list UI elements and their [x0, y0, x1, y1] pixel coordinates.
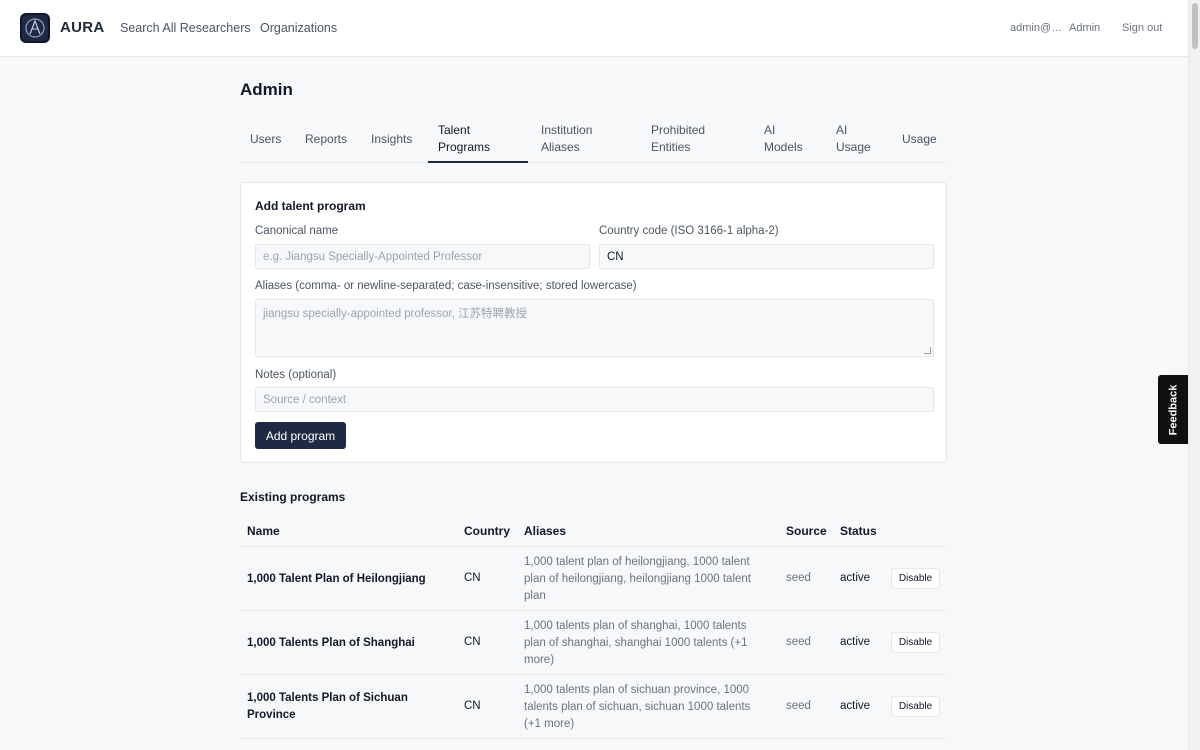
canonical-name-input[interactable]: e.g. Jiangsu Specially-Appointed Profess… [255, 244, 590, 269]
program-country: CN [464, 572, 481, 584]
program-country: CN [464, 700, 481, 712]
disable-button[interactable]: Disable [891, 696, 940, 717]
sign-out-link[interactable]: Sign out [1122, 22, 1162, 34]
aliases-placeholder: jiangsu specially-appointed professor, 江… [263, 308, 527, 320]
admin-tabs: Users Reports Insights Talent Programs I… [240, 116, 946, 163]
tab-users[interactable]: Users [250, 116, 290, 162]
program-status: active [840, 700, 871, 712]
existing-programs-title: Existing programs [240, 490, 346, 504]
column-country: Country [464, 524, 510, 538]
column-source: Source [786, 524, 827, 538]
program-source: seed [786, 700, 811, 712]
program-source: seed [786, 636, 811, 648]
add-program-button[interactable]: Add program [255, 422, 346, 449]
program-aliases: 1,000 talents plan of shanghai, 1000 tal… [524, 620, 748, 666]
resize-handle-icon[interactable] [924, 347, 931, 354]
form-title: Add talent program [255, 199, 366, 213]
disable-button[interactable]: Disable [891, 632, 940, 653]
column-name: Name [247, 524, 280, 538]
disable-button[interactable]: Disable [891, 568, 940, 589]
tab-talent-programs-label: Talent Programs [438, 122, 491, 154]
tab-insights[interactable]: Insights [371, 116, 421, 162]
aliases-label: Aliases (comma- or newline-separated; ca… [255, 280, 637, 292]
program-name: 1,000 Talents Plan of Shanghai [247, 637, 415, 649]
aura-logo-icon[interactable] [20, 13, 50, 43]
aliases-textarea[interactable]: jiangsu specially-appointed professor, 江… [255, 299, 934, 357]
tab-ai-models-label: AI Models [764, 123, 803, 154]
canonical-name-label: Canonical name [255, 225, 339, 237]
admin-link[interactable]: Admin [1069, 22, 1100, 34]
table-header: Name Country Aliases Source Status [240, 516, 946, 547]
tab-prohibited-entities[interactable]: Prohibited Entities [651, 116, 731, 162]
country-code-label: Country code (ISO 3166-1 alpha-2) [599, 225, 779, 237]
top-nav: AURA Search All Researchers Organization… [0, 0, 1188, 57]
tab-ai-usage-label: AI Usage [836, 123, 871, 154]
nav-search-researchers[interactable]: Search All Researchers [120, 21, 251, 35]
program-country: CN [464, 636, 481, 648]
programs-table: Name Country Aliases Source Status 1,000… [240, 516, 946, 739]
tab-talent-programs[interactable]: Talent Programs [428, 116, 528, 163]
page-title: Admin [240, 80, 293, 99]
tab-prohibited-entities-label: Prohibited Entities [651, 123, 706, 154]
tab-institution-aliases-label: Institution Aliases [541, 123, 593, 154]
nav-organizations[interactable]: Organizations [260, 21, 337, 35]
feedback-button[interactable]: Feedback [1158, 375, 1188, 444]
program-name: 1,000 Talent Plan of Heilongjiang [247, 573, 426, 585]
notes-input[interactable]: Source / context [255, 387, 934, 412]
program-status: active [840, 636, 871, 648]
tab-ai-models[interactable]: AI Models [764, 116, 814, 162]
tab-institution-aliases[interactable]: Institution Aliases [541, 116, 631, 162]
tab-usage[interactable]: Usage [902, 116, 946, 162]
program-name: 1,000 Talents Plan of Sichuan Province [247, 692, 408, 721]
user-email: admin@… [1010, 22, 1063, 34]
program-status: active [840, 572, 871, 584]
country-code-input[interactable]: CN [599, 244, 934, 269]
column-aliases: Aliases [524, 524, 567, 538]
brand-name[interactable]: AURA [60, 19, 105, 36]
tab-ai-usage[interactable]: AI Usage [836, 116, 881, 162]
program-aliases: 1,000 talent plan of heilongjiang, 1000 … [524, 556, 751, 602]
feedback-label: Feedback [1167, 384, 1179, 435]
program-aliases: 1,000 talents plan of sichuan province, … [524, 684, 751, 730]
notes-label: Notes (optional) [255, 369, 337, 381]
tab-reports[interactable]: Reports [305, 116, 355, 162]
scrollbar-thumb[interactable] [1192, 3, 1198, 49]
table-row: 1,000 Talents Plan of Sichuan Province C… [240, 675, 946, 739]
table-row: 1,000 Talents Plan of Shanghai CN 1,000 … [240, 611, 946, 675]
page-scrollbar[interactable] [1188, 0, 1200, 750]
column-status: Status [840, 524, 877, 538]
table-row: 1,000 Talent Plan of Heilongjiang CN 1,0… [240, 547, 946, 611]
program-source: seed [786, 572, 811, 584]
add-program-card: Add talent program Canonical name e.g. J… [240, 182, 947, 463]
